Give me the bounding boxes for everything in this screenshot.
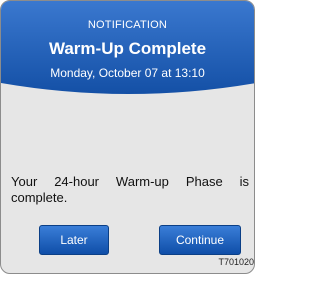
later-button[interactable]: Later bbox=[39, 225, 109, 255]
notification-message: Your 24-hour Warm-up Phase is complete. bbox=[11, 174, 249, 205]
notification-dialog: NOTIFICATION Warm-Up Complete Monday, Oc… bbox=[0, 0, 255, 274]
figure-code: T701020 bbox=[218, 257, 254, 267]
notification-title: Warm-Up Complete bbox=[48, 39, 207, 58]
notification-datetime: Monday, October 07 at 13:10 bbox=[50, 66, 205, 80]
notification-category: NOTIFICATION bbox=[87, 19, 168, 31]
continue-button[interactable]: Continue bbox=[159, 225, 241, 255]
notification-header: NOTIFICATION Warm-Up Complete Monday, Oc… bbox=[1, 1, 254, 99]
